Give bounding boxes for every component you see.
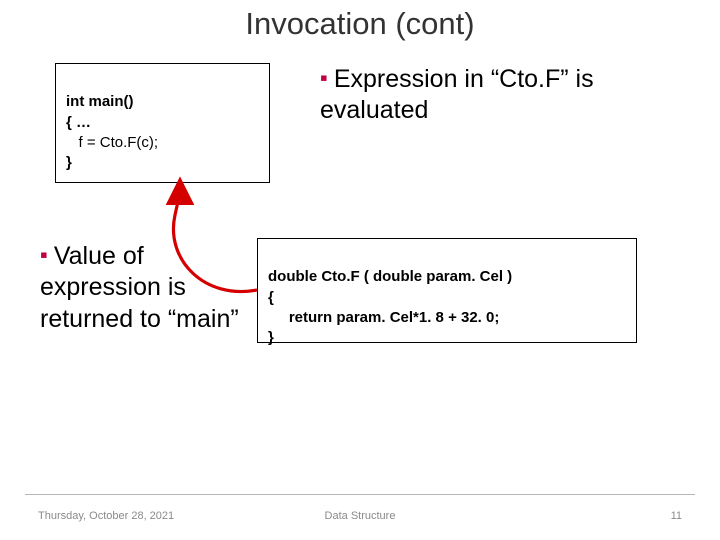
code-func-l4: } <box>268 329 274 346</box>
code-func-l2: { <box>268 289 274 306</box>
footer-divider <box>25 494 695 495</box>
footer-page-number: 11 <box>671 510 682 522</box>
code-main-l2: { … <box>66 114 91 131</box>
bullet-expression-evaluated: ▪Expression in “Cto.F” is evaluated <box>320 64 650 127</box>
code-main-l3: f = Cto.F(c); <box>66 134 158 151</box>
bullet-value-returned: ▪Value of expression is returned to “mai… <box>40 241 240 335</box>
code-func-l3: return param. Cel*1. 8 + 32. 0; <box>268 309 499 326</box>
code-box-main: int main() { … f = Cto.F(c); } <box>55 63 270 183</box>
slide-title: Invocation (cont) <box>0 6 720 42</box>
bullet-square-icon: ▪ <box>40 242 48 267</box>
bullet-right-text: Expression in “Cto.F” is evaluated <box>320 65 594 124</box>
code-main-l1: int main() <box>66 93 134 110</box>
bullet-square-icon: ▪ <box>320 65 328 90</box>
code-func-l1: double Cto.F ( double param. Cel ) <box>268 268 512 285</box>
code-box-func: double Cto.F ( double param. Cel ) { ret… <box>257 238 637 343</box>
footer-center: Data Structure <box>0 510 720 522</box>
code-main-l4: } <box>66 154 72 171</box>
bullet-left-text: Value of expression is returned to “main… <box>40 242 239 333</box>
